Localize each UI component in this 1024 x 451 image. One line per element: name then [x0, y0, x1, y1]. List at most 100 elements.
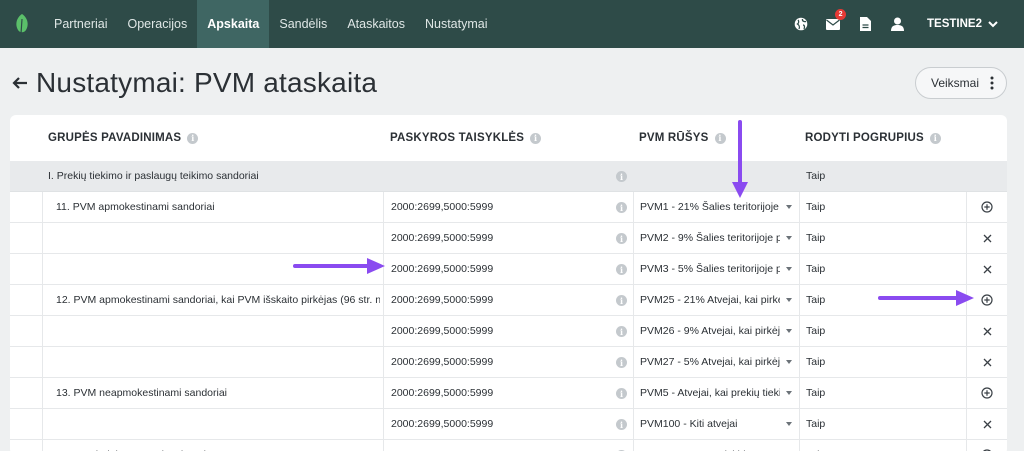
info-icon[interactable]: i [616, 326, 627, 337]
add-row-button[interactable] [979, 385, 995, 401]
add-row-button[interactable] [979, 292, 995, 308]
column-divider [799, 378, 800, 409]
account-rules-cell[interactable]: 2000:2699,5000:5999 [391, 316, 611, 346]
column-divider [383, 440, 384, 451]
show-subgroups-value[interactable]: Taip [806, 254, 866, 284]
column-divider [966, 223, 967, 254]
back-arrow-icon[interactable] [10, 73, 30, 93]
show-subgroups-value[interactable]: Taip [806, 316, 866, 346]
nav-item-partneriai[interactable]: Partneriai [44, 0, 118, 48]
group-name-cell[interactable]: I. Prekių tiekimo ir paslaugų teikimo sa… [48, 161, 380, 191]
actions-button[interactable]: Veiksmai [915, 67, 1007, 99]
notification-badge: 2 [835, 9, 847, 20]
caret-down-icon[interactable] [786, 236, 792, 240]
vat-type-select[interactable]: PVM3 - 5% Šalies teritorijoje p... [640, 254, 780, 284]
remove-row-button[interactable] [979, 230, 995, 246]
vat-type-select[interactable]: PVM27 - 5% Atvejai, kai pirkėj... [640, 347, 780, 377]
show-subgroups-value[interactable]: Taip [806, 409, 866, 439]
nav-item-sandelis[interactable]: Sandėlis [269, 0, 337, 48]
info-icon[interactable]: i [616, 419, 627, 430]
info-icon[interactable]: i [714, 132, 726, 144]
info-icon[interactable]: i [616, 295, 627, 306]
vat-type-select[interactable]: PVM26 - 9% Atvejai, kai pirkėj... [640, 316, 780, 346]
caret-down-icon[interactable] [786, 360, 792, 364]
account-rules-cell[interactable]: 2000:2699,5000:5999 [391, 347, 611, 377]
account-rules-cell[interactable]: 2000:2699,5000:5999 [391, 409, 611, 439]
group-name-cell[interactable] [56, 316, 380, 346]
account-rules-cell[interactable]: 2000:2699,5000:5999 [391, 254, 611, 284]
caret-down-icon[interactable] [786, 267, 792, 271]
group-name-cell[interactable]: 11. PVM apmokestinami sandoriai [56, 192, 380, 222]
group-name-cell[interactable]: 13. PVM neapmokestinami sandoriai [56, 378, 380, 408]
vat-type-select[interactable]: PVM6 - 21% Nepriskiriamų ... [640, 440, 780, 451]
column-divider [966, 347, 967, 378]
info-icon[interactable]: i [616, 171, 627, 182]
vat-type-select[interactable]: PVM25 - 21% Atvejai, kai pirkėj... [640, 285, 780, 315]
app-logo[interactable] [0, 0, 44, 48]
column-divider [42, 440, 43, 451]
vat-type-select[interactable]: PVM100 - Kiti atvejai [640, 409, 780, 439]
account-rules-cell[interactable]: 2000:2699,5000:5999 [391, 223, 611, 253]
column-divider [633, 409, 634, 440]
caret-down-icon[interactable] [786, 391, 792, 395]
account-rules-cell[interactable]: 2000:2699,5000:5999 [391, 378, 611, 408]
nav-item-nustatymai[interactable]: Nustatymai [415, 0, 498, 48]
column-header-group[interactable]: GRUPĖS PAVADINIMAS i [48, 115, 199, 161]
profile-button[interactable] [881, 0, 913, 48]
show-subgroups-value[interactable]: Taip [806, 223, 866, 253]
group-name-cell[interactable]: 12. PVM apmokestinami sandoriai, kai PVM… [56, 285, 380, 315]
language-button[interactable] [785, 0, 817, 48]
main-nav: Partneriai Operacijos Apskaita Sandėlis … [44, 0, 498, 48]
column-divider [799, 254, 800, 285]
account-rules-cell[interactable]: 2000:2699,5000:5999 [391, 285, 611, 315]
nav-item-operacijos[interactable]: Operacijos [118, 0, 198, 48]
column-divider [42, 316, 43, 347]
column-header-show-subgroups[interactable]: RODYTI POGRUPIUS i [805, 115, 941, 161]
group-name-cell[interactable]: 14. Sandoriai, neapmokestinami PVM [56, 440, 380, 451]
caret-down-icon[interactable] [786, 422, 792, 426]
vat-type-select[interactable]: PVM5 - Atvejai, kai prekių tieki... [640, 378, 780, 408]
remove-row-button[interactable] [979, 261, 995, 277]
remove-row-button[interactable] [979, 354, 995, 370]
group-name-cell[interactable] [56, 409, 380, 439]
account-rules-cell[interactable]: 2000:2699,5000:5999 [391, 192, 611, 222]
remove-row-button[interactable] [979, 323, 995, 339]
documents-button[interactable] [849, 0, 881, 48]
info-icon[interactable]: i [530, 132, 542, 144]
remove-row-button[interactable] [979, 416, 995, 432]
group-name-cell[interactable] [56, 347, 380, 377]
account-rules-cell[interactable]: 2000:2699,5000:5999 [391, 440, 611, 451]
messages-button[interactable]: 2 [817, 0, 849, 48]
info-icon[interactable]: i [187, 132, 199, 144]
column-divider [383, 192, 384, 223]
group-name-cell[interactable] [56, 223, 380, 253]
add-row-button[interactable] [979, 447, 995, 451]
info-icon[interactable]: i [616, 357, 627, 368]
show-subgroups-value[interactable]: Taip [806, 285, 866, 315]
add-row-button[interactable] [979, 199, 995, 215]
info-icon[interactable]: i [616, 388, 627, 399]
show-subgroups-value[interactable]: Taip [806, 161, 866, 191]
caret-down-icon[interactable] [786, 298, 792, 302]
show-subgroups-value[interactable]: Taip [806, 378, 866, 408]
vat-type-select[interactable]: PVM2 - 9% Šalies teritorijoje p... [640, 223, 780, 253]
top-navigation-bar: Partneriai Operacijos Apskaita Sandėlis … [0, 0, 1024, 48]
caret-down-icon[interactable] [786, 205, 792, 209]
show-subgroups-value[interactable]: Taip [806, 347, 866, 377]
show-subgroups-value[interactable]: Taip [806, 192, 866, 222]
info-icon[interactable]: i [616, 233, 627, 244]
info-icon[interactable]: i [616, 264, 627, 275]
info-icon[interactable]: i [616, 202, 627, 213]
nav-item-ataskaitos[interactable]: Ataskaitos [337, 0, 415, 48]
show-subgroups-value[interactable]: Taip [806, 440, 866, 451]
add-circle-icon [981, 387, 993, 399]
nav-item-apskaita[interactable]: Apskaita [197, 0, 270, 48]
column-header-rules[interactable]: PASKYROS TAISYKLĖS i [390, 115, 542, 161]
table-row: 14. Sandoriai, neapmokestinami PVM 2000:2… [10, 440, 1007, 451]
caret-down-icon[interactable] [786, 329, 792, 333]
column-divider [42, 409, 43, 440]
user-menu[interactable]: TESTINE2 [913, 0, 1024, 48]
column-header-types[interactable]: PVM RŪŠYS i [639, 115, 726, 161]
info-icon[interactable]: i [929, 132, 941, 144]
vat-type-select[interactable]: PVM1 - 21% Šalies teritorijoje p... [640, 192, 780, 222]
